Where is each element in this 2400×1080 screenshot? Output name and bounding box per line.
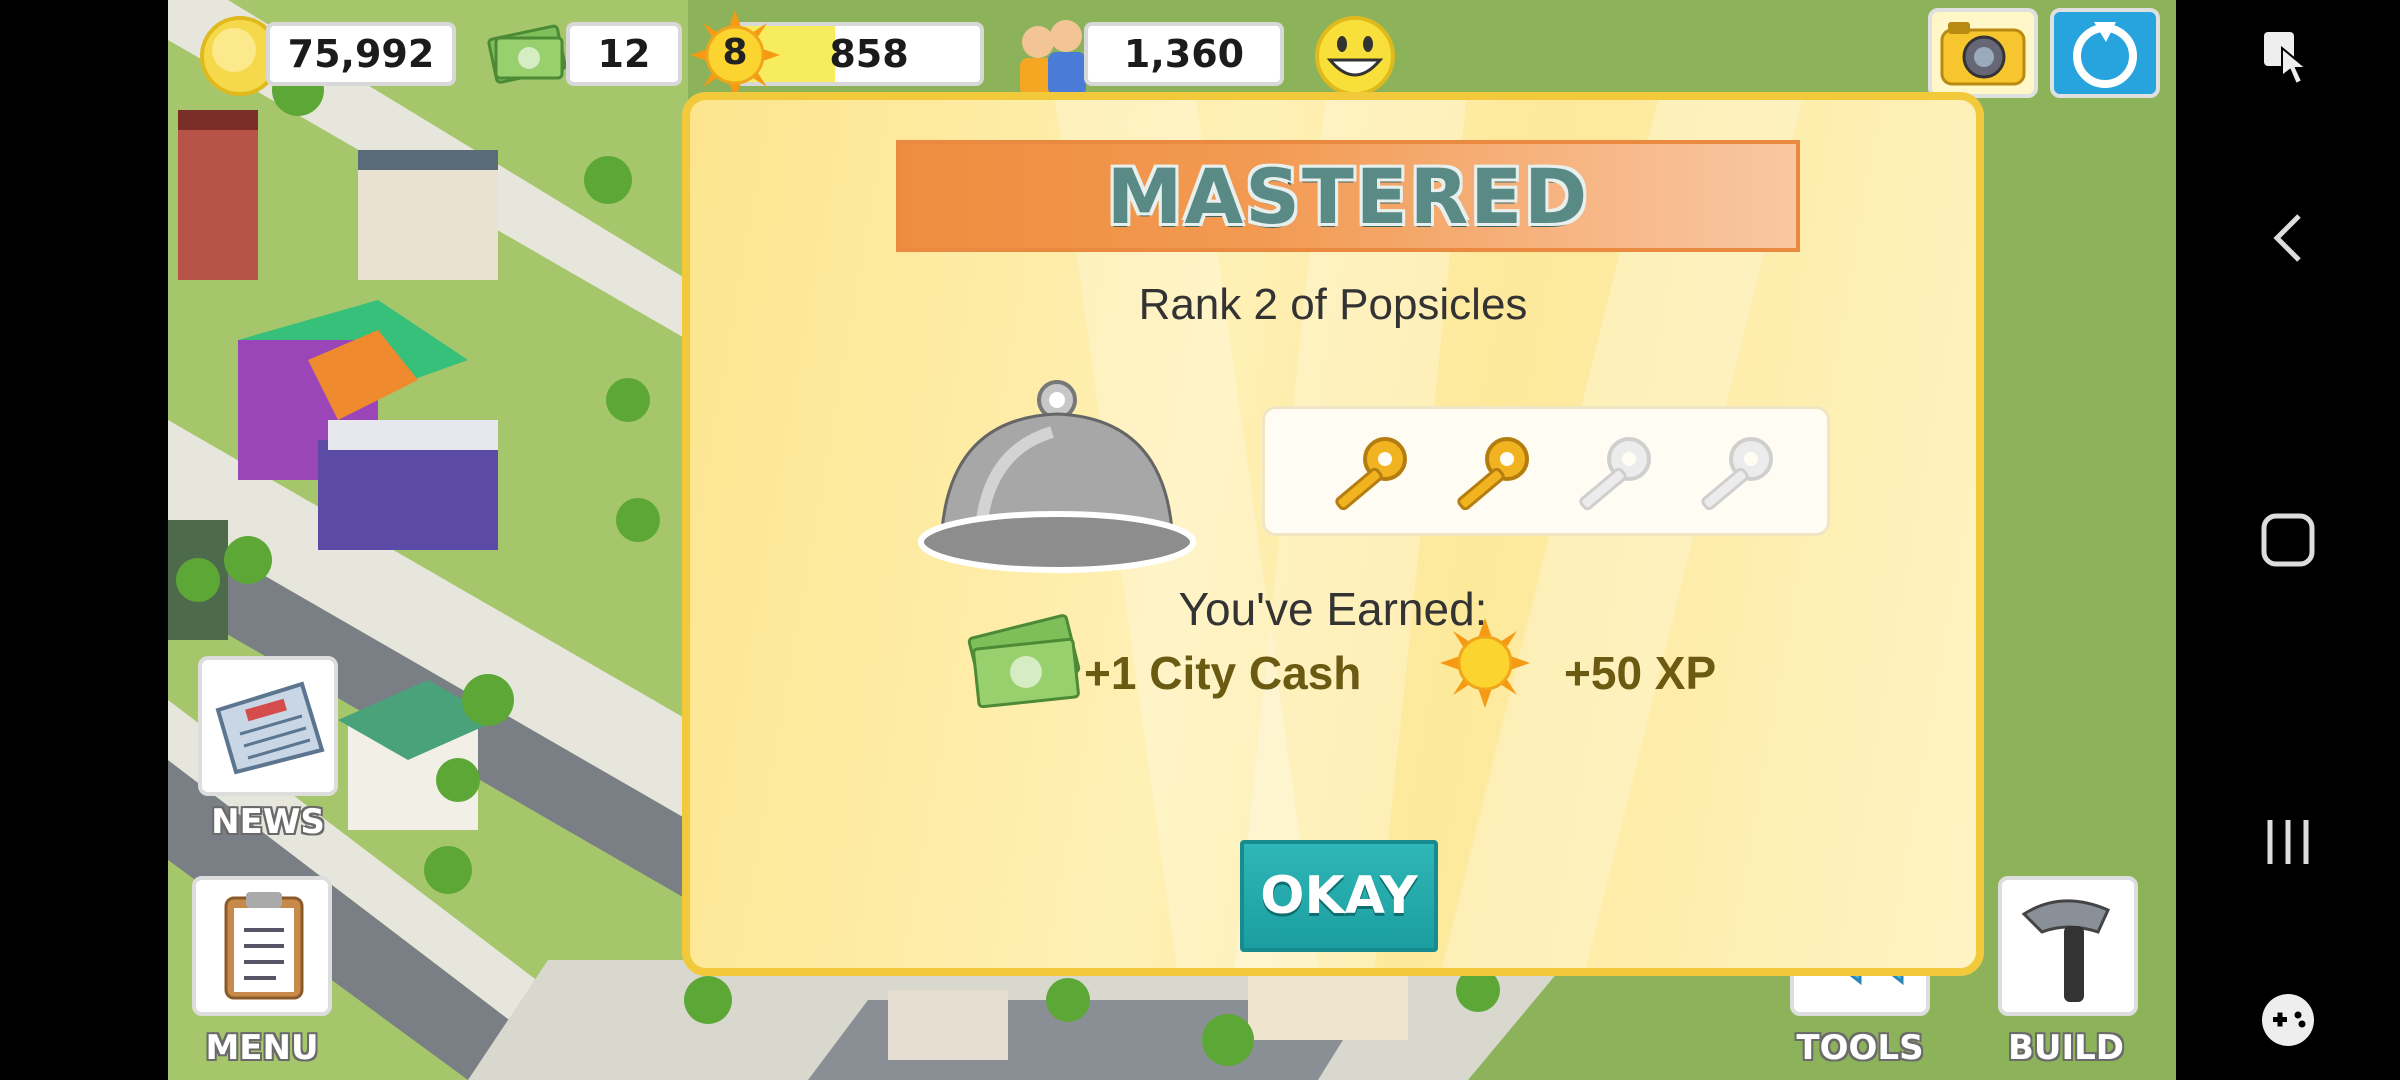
cash-reward-text: +1 City Cash: [1084, 647, 1362, 699]
news-label: NEWS: [211, 802, 325, 842]
key-icon-locked: [1579, 437, 1651, 511]
tools-label: TOOLS: [1796, 1028, 1924, 1068]
clipboard-icon: [224, 892, 304, 1000]
system-nav-bar: [2176, 0, 2400, 1080]
xp-value: 858: [829, 32, 909, 76]
social-icon: [2073, 22, 2137, 88]
screen-capture-button[interactable]: [2176, 28, 2400, 92]
okay-label: OKAY: [1260, 866, 1418, 926]
back-button[interactable]: [2176, 208, 2400, 268]
key-icon-locked: [1701, 437, 1773, 511]
cash-icon: [486, 18, 570, 93]
menu-button[interactable]: [192, 876, 332, 1016]
camera-button[interactable]: [1928, 8, 2038, 98]
menu-label: MENU: [205, 1028, 319, 1068]
build-button[interactable]: [1998, 876, 2138, 1016]
game-tools-button[interactable]: [2176, 988, 2400, 1052]
xp-reward-text: +50 XP: [1564, 647, 1717, 699]
population-counter: 1,360: [1084, 22, 1284, 86]
recents-button[interactable]: [2176, 810, 2400, 874]
earned-heading: You've Earned:: [1178, 583, 1488, 635]
mastered-dialog: MASTERED Rank 2 of Popsicles You've Earn…: [682, 92, 1984, 976]
key-icon-earned: [1457, 437, 1529, 511]
build-label: BUILD: [2007, 1028, 2125, 1068]
banner-title: MASTERED: [1106, 151, 1590, 241]
cash-value: 12: [597, 32, 651, 76]
touch-screenshot-icon: [2264, 32, 2309, 86]
okay-button[interactable]: OKAY: [1240, 840, 1438, 952]
social-button[interactable]: [2050, 8, 2160, 98]
mastery-keys-panel: [1262, 406, 1830, 536]
home-square-icon: [2261, 513, 2315, 567]
population-value: 1,360: [1123, 32, 1245, 76]
happiness-smiley-icon[interactable]: [1312, 14, 1398, 103]
camera-icon: [1940, 22, 2026, 86]
cash-reward-icon: [960, 608, 1090, 723]
key-icon-earned: [1335, 437, 1407, 511]
level-sun-icon: 8: [690, 10, 780, 100]
home-button[interactable]: [2176, 508, 2400, 572]
game-view[interactable]: 75,992 12 858 8 1,360 NEWS MENU TOOLS BU…: [168, 0, 2176, 1080]
coins-counter: 75,992: [266, 22, 456, 86]
xp-reward-sun-icon: [1440, 618, 1530, 713]
mastered-banner: MASTERED: [896, 140, 1800, 252]
hammer-icon: [2021, 899, 2110, 1002]
gamepad-icon: [2262, 994, 2314, 1046]
newspaper-icon: [215, 681, 325, 775]
coins-value: 75,992: [287, 32, 435, 76]
level-value: 8: [722, 32, 748, 73]
cloche-icon: [912, 370, 1202, 605]
recents-icon: [2267, 820, 2309, 864]
cash-counter: 12: [566, 22, 682, 86]
back-chevron-icon: [2273, 214, 2301, 262]
news-button[interactable]: [198, 656, 338, 796]
rank-subtitle: Rank 2 of Popsicles: [1138, 280, 1528, 329]
